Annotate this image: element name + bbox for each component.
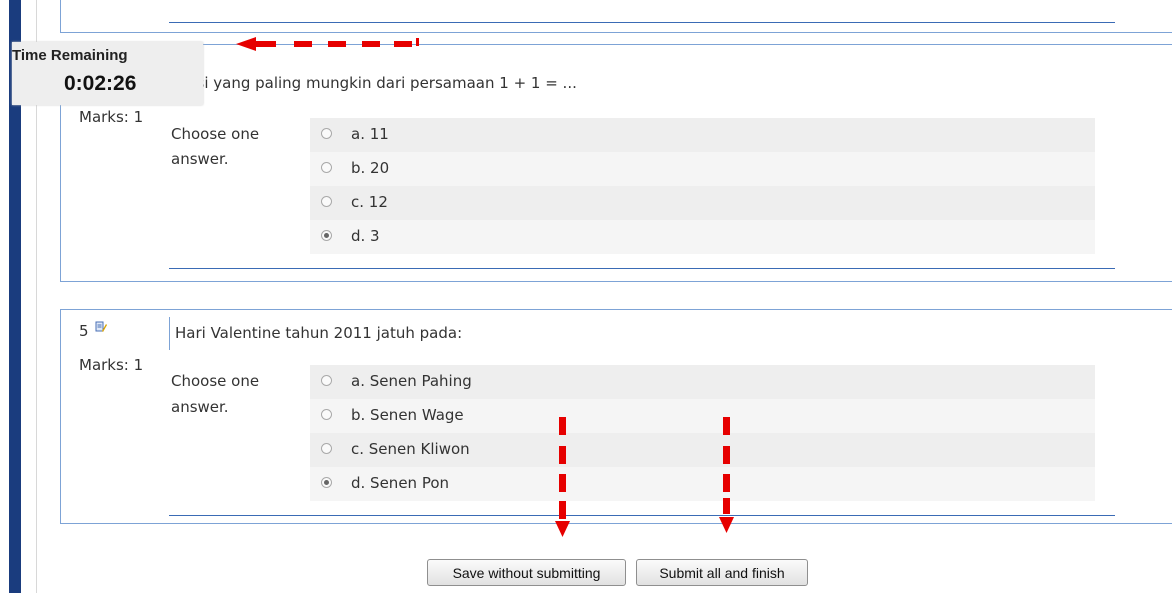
question-5-text: Hari Valentine tahun 2011 jatuh pada:: [175, 324, 463, 342]
answer-label[interactable]: d. Senen Pon: [351, 474, 449, 492]
question-4-instruction-line1: Choose one: [171, 125, 260, 143]
question-5-number: 5: [79, 322, 89, 340]
question-5-text-divider: [169, 317, 170, 350]
answer-option[interactable]: c. 12: [310, 186, 1095, 220]
answer-label[interactable]: c. 12: [351, 193, 388, 211]
question-4-marks: Marks: 1: [79, 108, 144, 126]
answer-option[interactable]: b. 20: [310, 152, 1095, 186]
annotation-arrow-left: [236, 37, 419, 51]
annotation-arrow-submit: [719, 417, 734, 533]
answer-label[interactable]: a. Senen Pahing: [351, 372, 472, 390]
answer-label[interactable]: c. Senen Kliwon: [351, 440, 470, 458]
radio-button[interactable]: [321, 128, 332, 139]
question-4-bottom-divider: [169, 268, 1115, 269]
edit-flag-icon[interactable]: [95, 321, 107, 333]
radio-button[interactable]: [321, 375, 332, 386]
question-5-instruction-line2: answer.: [171, 398, 229, 416]
time-remaining-value: 0:02:26: [64, 72, 137, 95]
question-4-text: usi yang paling mungkin dari persamaan 1…: [187, 74, 577, 92]
answer-label[interactable]: b. 20: [351, 159, 389, 177]
radio-button[interactable]: [321, 409, 332, 420]
answer-option[interactable]: a. 11: [310, 118, 1095, 152]
answer-option[interactable]: d. Senen Pon: [310, 467, 1095, 501]
save-without-submitting-button[interactable]: Save without submitting: [427, 559, 626, 586]
submit-all-and-finish-button[interactable]: Submit all and finish: [636, 559, 808, 586]
previous-question-divider: [169, 22, 1115, 23]
previous-question-box: [60, 0, 1172, 33]
radio-button[interactable]: [321, 443, 332, 454]
answer-option[interactable]: a. Senen Pahing: [310, 365, 1095, 399]
radio-button[interactable]: [321, 162, 332, 173]
annotation-arrow-save: [555, 417, 570, 537]
question-5-marks: Marks: 1: [79, 356, 144, 374]
radio-button-selected[interactable]: [321, 477, 332, 488]
answer-option[interactable]: c. Senen Kliwon: [310, 433, 1095, 467]
answer-option[interactable]: d. 3: [310, 220, 1095, 254]
radio-button[interactable]: [321, 196, 332, 207]
answer-label[interactable]: b. Senen Wage: [351, 406, 464, 424]
question-5-bottom-divider: [169, 515, 1115, 516]
answer-label[interactable]: d. 3: [351, 227, 380, 245]
answer-option[interactable]: b. Senen Wage: [310, 399, 1095, 433]
question-4-instruction-line2: answer.: [171, 150, 229, 168]
time-remaining-title: Time Remaining: [12, 47, 128, 64]
radio-button-selected[interactable]: [321, 230, 332, 241]
time-remaining-panel: Time Remaining 0:02:26: [12, 42, 203, 105]
question-5-instruction-line1: Choose one: [171, 372, 260, 390]
answer-label[interactable]: a. 11: [351, 125, 389, 143]
